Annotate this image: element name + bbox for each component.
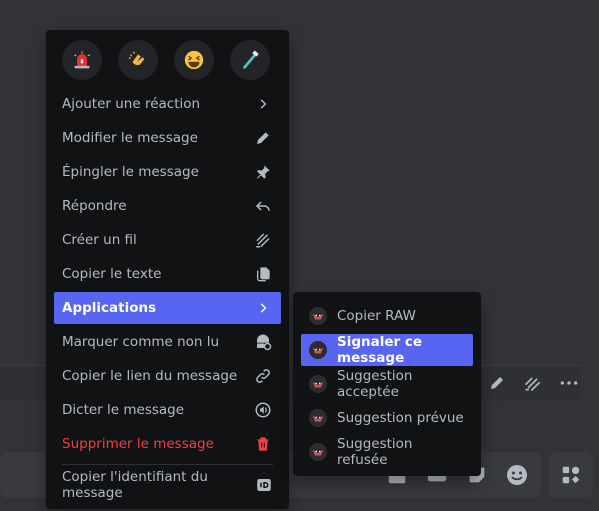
trash-icon	[253, 434, 273, 454]
menu-item-label: Épingler le message	[62, 164, 199, 180]
edit-icon[interactable]	[484, 370, 510, 396]
submenu-item-copier-raw[interactable]: Copier RAW	[301, 300, 473, 332]
app-avatar-icon	[309, 307, 327, 325]
submenu-item-label: Suggestion prévue	[337, 410, 464, 426]
menu-item-label: Copier le texte	[62, 266, 162, 282]
menu-item-mark-unread[interactable]: Marquer comme non lu	[54, 326, 281, 358]
menu-item-edit-message[interactable]: Modifier le message	[54, 122, 281, 154]
pin-icon	[253, 162, 273, 182]
message-context-menu: Ajouter une réaction Modifier le message…	[46, 30, 289, 509]
pencil-icon	[253, 128, 273, 148]
menu-item-applications[interactable]: Applications	[54, 292, 281, 324]
reaction-clapping-hands[interactable]	[118, 40, 158, 80]
menu-item-reply[interactable]: Répondre	[54, 190, 281, 222]
submenu-item-label: Copier RAW	[337, 308, 416, 324]
menu-item-dictate-message[interactable]: Dicter le message	[54, 394, 281, 426]
link-icon	[253, 366, 273, 386]
menu-item-delete-message[interactable]: Supprimer le message	[54, 428, 281, 460]
menu-item-label: Ajouter une réaction	[62, 96, 201, 112]
submenu-item-suggestion-refusee[interactable]: Suggestion refusée	[301, 436, 473, 468]
apps-button[interactable]	[549, 452, 593, 498]
menu-item-pin-message[interactable]: Épingler le message	[54, 156, 281, 188]
copy-icon	[253, 264, 273, 284]
applications-submenu: Copier RAW Signaler ce message Suggestio…	[293, 292, 481, 476]
reaction-toothbrush[interactable]	[230, 40, 270, 80]
submenu-item-label: Suggestion acceptée	[337, 368, 413, 400]
menu-item-copy-message-id[interactable]: Copier l'identifiant du message	[54, 469, 281, 501]
menu-item-create-thread[interactable]: Créer un fil	[54, 224, 281, 256]
message-hover-toolbar	[484, 370, 582, 396]
thread-icon[interactable]	[520, 370, 546, 396]
rotating-light-icon	[74, 51, 90, 69]
chevron-right-icon	[253, 94, 273, 114]
app-avatar-icon	[309, 375, 327, 393]
submenu-item-label: Suggestion refusée	[337, 436, 413, 468]
quick-reactions	[62, 40, 270, 80]
menu-item-label: Marquer comme non lu	[62, 334, 220, 350]
submenu-item-label: Signaler ce message	[337, 334, 423, 366]
menu-item-label: Répondre	[62, 198, 127, 214]
menu-item-copy-message-link[interactable]: Copier le lien du message	[54, 360, 281, 392]
reaction-rotating-light[interactable]	[62, 40, 102, 80]
menu-item-label: Copier l'identifiant du message	[62, 469, 208, 501]
menu-item-label: Dicter le message	[62, 402, 185, 418]
menu-item-add-reaction[interactable]: Ajouter une réaction	[54, 88, 281, 120]
menu-item-label: Supprimer le message	[62, 436, 214, 452]
laughing-face-icon	[184, 50, 204, 70]
clapping-hands-icon	[128, 51, 145, 66]
thread-icon	[253, 230, 273, 250]
speaker-icon	[253, 400, 273, 420]
menu-separator	[62, 464, 273, 465]
menu-item-copy-text[interactable]: Copier le texte	[54, 258, 281, 290]
menu-item-label: Modifier le message	[62, 130, 198, 146]
apps-icon	[562, 466, 580, 484]
app-avatar-icon	[309, 443, 327, 461]
submenu-item-suggestion-acceptee[interactable]: Suggestion acceptée	[301, 368, 473, 400]
menu-item-label: Créer un fil	[62, 232, 137, 248]
id-icon	[255, 475, 273, 495]
unread-icon	[253, 332, 273, 352]
reply-icon	[253, 196, 273, 216]
emoji-icon[interactable]	[502, 460, 532, 490]
submenu-item-signaler-ce-message[interactable]: Signaler ce message	[301, 334, 473, 366]
toothbrush-icon	[243, 50, 259, 69]
menu-item-label: Applications	[62, 300, 157, 316]
reaction-laughing-face[interactable]	[174, 40, 214, 80]
submenu-item-suggestion-prevue[interactable]: Suggestion prévue	[301, 402, 473, 434]
app-avatar-icon	[309, 409, 327, 427]
app-avatar-icon	[309, 341, 327, 359]
more-icon[interactable]	[556, 370, 582, 396]
chevron-right-icon	[253, 298, 273, 318]
menu-item-label: Copier le lien du message	[62, 368, 238, 384]
